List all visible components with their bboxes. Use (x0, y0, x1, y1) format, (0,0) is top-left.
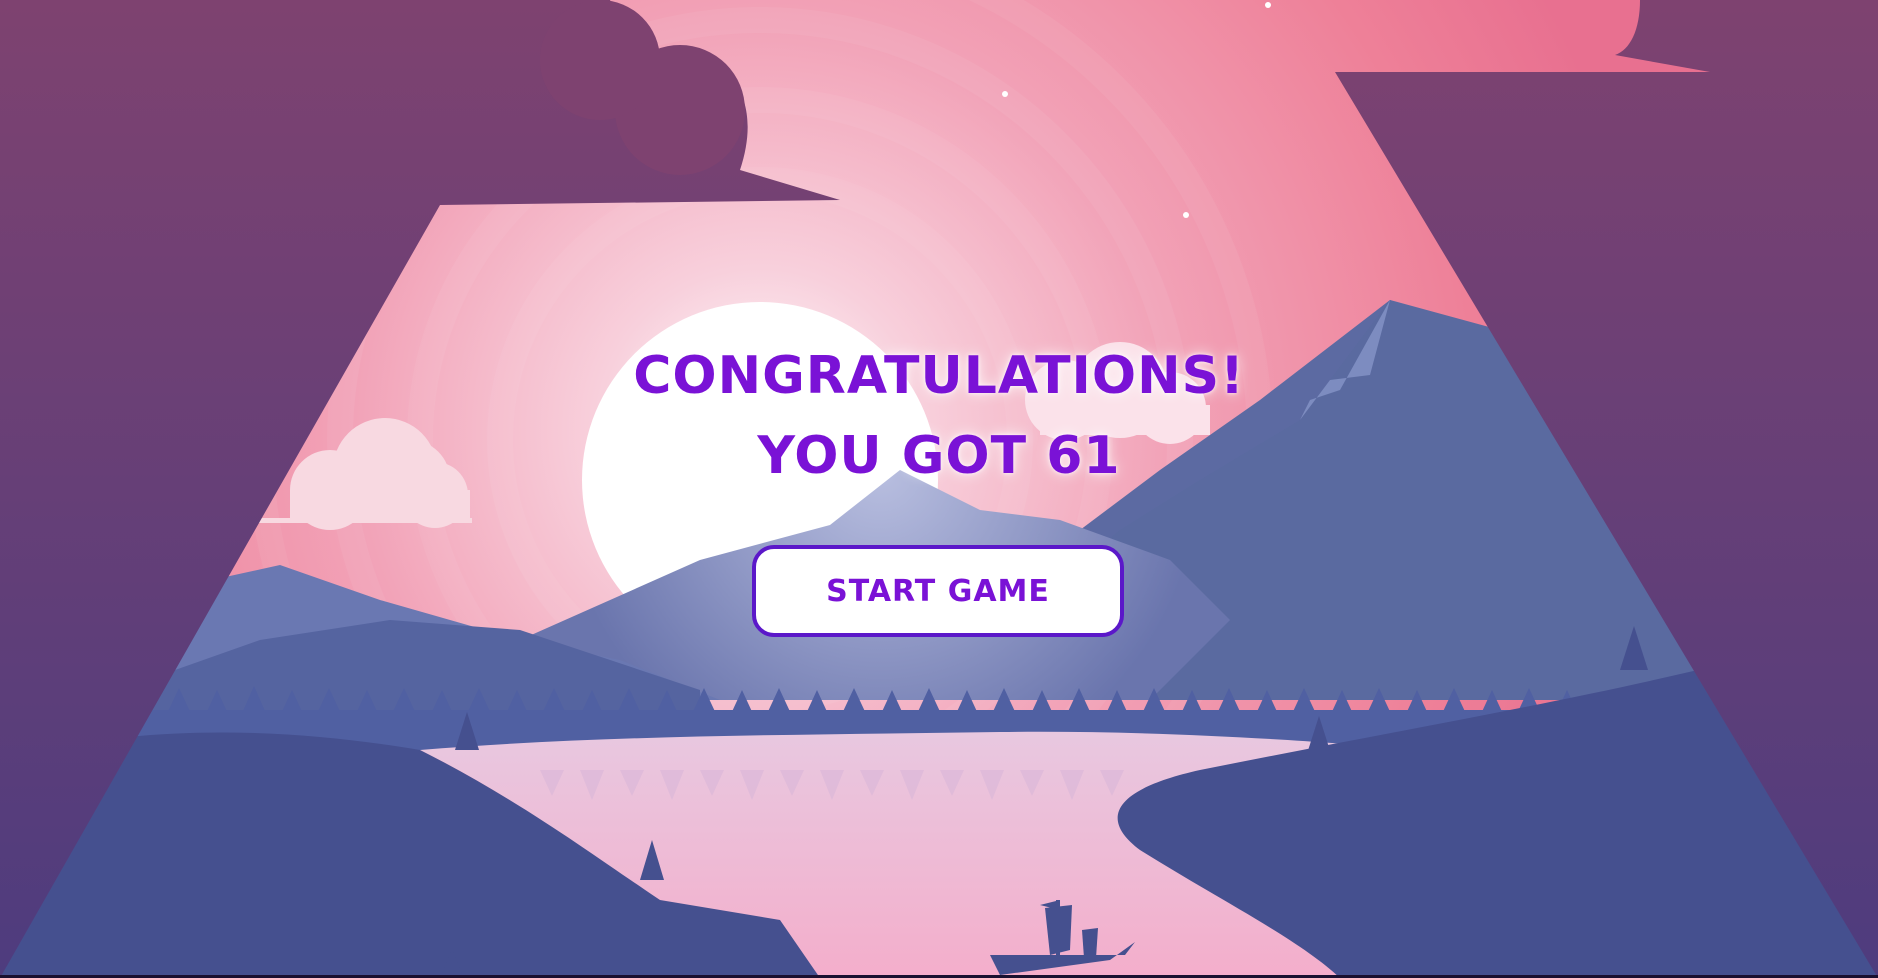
score-text: You got 61 (757, 426, 1121, 486)
congratulations-title: Congratulations! (633, 346, 1245, 406)
start-game-button[interactable]: Start game (752, 545, 1124, 637)
game-scene: Congratulations! You got 61 Start game (0, 0, 1878, 978)
end-screen: Congratulations! You got 61 Start game (0, 0, 1878, 978)
